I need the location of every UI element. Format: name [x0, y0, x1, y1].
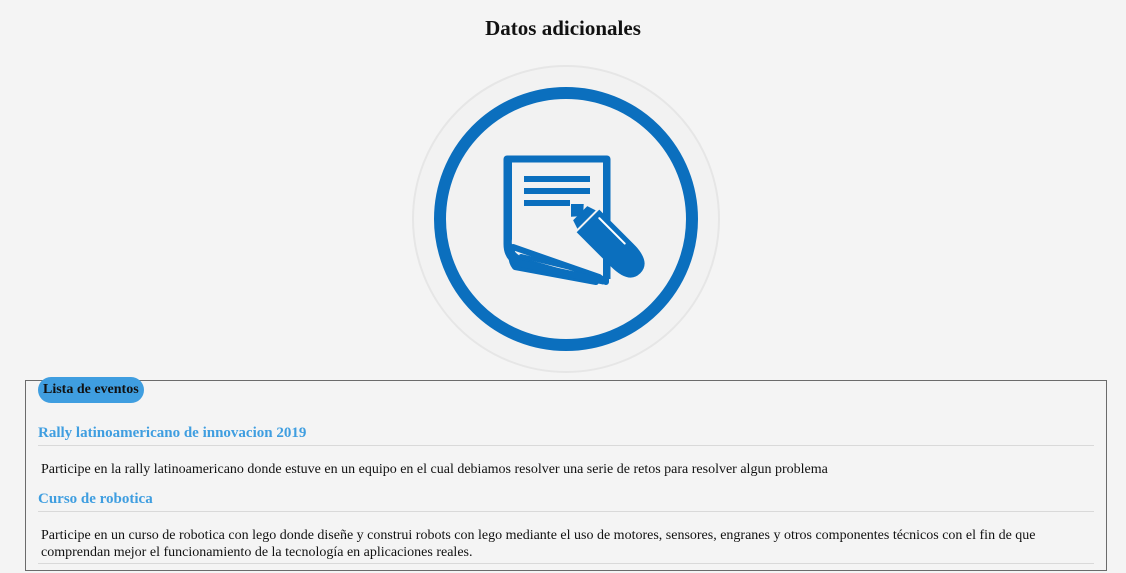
page: Datos adicionales Lista de eventos Rally…	[0, 0, 1126, 573]
event-title[interactable]: Rally latinoamericano de innovacion 2019	[38, 423, 1094, 446]
events-panel-legend: Lista de eventos	[38, 377, 144, 403]
event-title[interactable]: Curso de robotica	[38, 489, 1094, 512]
document-pen-emblem	[412, 65, 720, 373]
event-description: Participe en un curso de robotica con le…	[38, 512, 1094, 564]
event-item: Rally latinoamericano de innovacion 2019…	[38, 423, 1094, 478]
events-panel: Lista de eventos Rally latinoamericano d…	[25, 377, 1107, 571]
event-description: Participe en la rally latinoamericano do…	[41, 462, 828, 477]
event-item: Curso de robotica Participe en un curso …	[38, 489, 1094, 564]
page-title: Datos adicionales	[485, 16, 641, 40]
